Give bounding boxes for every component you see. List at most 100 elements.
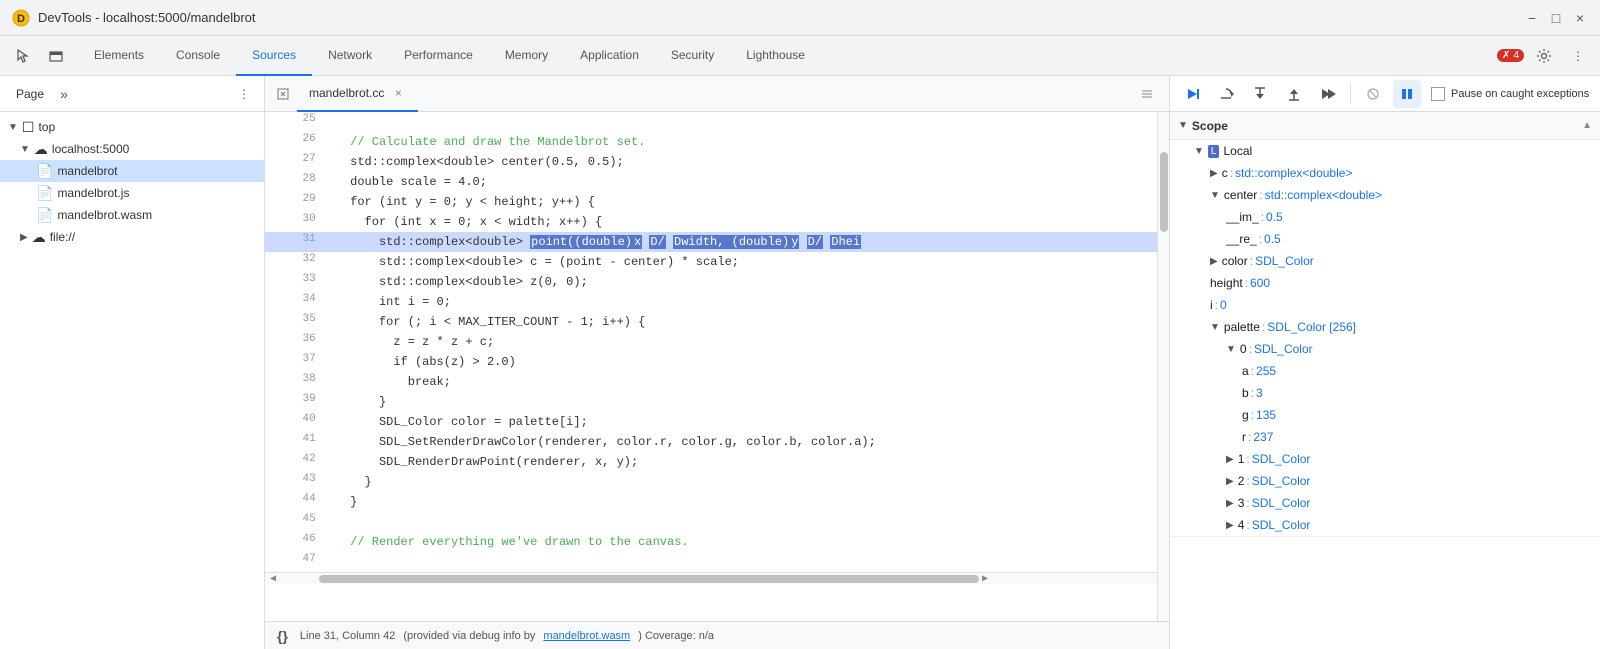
tree-item-mandelbrot-js[interactable]: 📄 mandelbrot.js: [0, 182, 264, 204]
horizontal-scrollbar[interactable]: ◀ ▶: [265, 572, 1157, 584]
maximize-button[interactable]: □: [1548, 10, 1564, 26]
line-num-43[interactable]: 43: [265, 472, 332, 492]
undock-icon[interactable]: [42, 42, 70, 70]
tab-security[interactable]: Security: [655, 36, 730, 76]
line-num-30[interactable]: 30: [265, 212, 332, 232]
more-options-icon[interactable]: ⋮: [1564, 42, 1592, 70]
line-num-39[interactable]: 39: [265, 392, 332, 412]
line-num-38[interactable]: 38: [265, 372, 332, 392]
scope-item-color-row[interactable]: ▶ color : SDL_Color: [1170, 251, 1600, 271]
scope-item-a-row[interactable]: a : 255: [1170, 361, 1600, 381]
line-num-45[interactable]: 45: [265, 512, 332, 532]
line-num-26[interactable]: 26: [265, 132, 332, 152]
code-line-35: 35 for (; i < MAX_ITER_COUNT - 1; i++) {: [265, 312, 1157, 332]
tab-lighthouse[interactable]: Lighthouse: [730, 36, 821, 76]
scope-collapse-icon[interactable]: ▲: [1582, 120, 1592, 131]
scope-item-im-row[interactable]: __im_ : 0.5: [1170, 207, 1600, 227]
line-num-33[interactable]: 33: [265, 272, 332, 292]
scope-item-palette-3-row[interactable]: ▶ 3 : SDL_Color: [1170, 493, 1600, 513]
code-scroll[interactable]: 25 26 // Calculate and draw the Mandelbr…: [265, 112, 1157, 621]
line-num-37[interactable]: 37: [265, 352, 332, 372]
cursor-icon[interactable]: [8, 42, 36, 70]
tab-application[interactable]: Application: [564, 36, 655, 76]
tree-item-mandelbrot-wasm[interactable]: 📄 mandelbrot.wasm: [0, 204, 264, 226]
step-out-button[interactable]: [1280, 80, 1308, 108]
tree-item-file[interactable]: ▶ ☁ file://: [0, 226, 264, 248]
line-num-40[interactable]: 40: [265, 412, 332, 432]
resume-button[interactable]: [1178, 80, 1206, 108]
tab-console[interactable]: Console: [160, 36, 236, 76]
tab-memory[interactable]: Memory: [489, 36, 564, 76]
deactivate-breakpoints-button[interactable]: [1359, 80, 1387, 108]
scope-item-palette-2-row[interactable]: ▶ 2 : SDL_Color: [1170, 471, 1600, 491]
tree-item-mandelbrot-cc[interactable]: 📄 mandelbrot: [0, 160, 264, 182]
settings-icon[interactable]: [1530, 42, 1558, 70]
scope-item-g-row[interactable]: g : 135: [1170, 405, 1600, 425]
line-num-47[interactable]: 47: [265, 552, 332, 572]
step-into-button[interactable]: [1246, 80, 1274, 108]
scope-item-height-row[interactable]: height : 600: [1170, 273, 1600, 293]
scope-val-c: std::complex<double>: [1235, 166, 1352, 180]
scope-item-b-row[interactable]: b : 3: [1170, 383, 1600, 403]
page-tab[interactable]: Page: [8, 83, 52, 105]
line-num-28[interactable]: 28: [265, 172, 332, 192]
scope-item-palette-1-row[interactable]: ▶ 1 : SDL_Color: [1170, 449, 1600, 469]
tree-item-top[interactable]: ▼ ☐ top: [0, 116, 264, 138]
minimize-button[interactable]: −: [1524, 10, 1540, 26]
code-line-40: 40 SDL_Color color = palette[i];: [265, 412, 1157, 432]
pause-button[interactable]: [1393, 80, 1421, 108]
step-button[interactable]: [1314, 80, 1342, 108]
editor-tab-close-button[interactable]: ×: [390, 85, 406, 101]
editor-format-icon[interactable]: [1133, 80, 1161, 108]
line-num-35[interactable]: 35: [265, 312, 332, 332]
scope-panel[interactable]: ▼ Scope ▲ ▼ L Local ▶ c: [1170, 112, 1600, 649]
tree-item-localhost[interactable]: ▼ ☁ localhost:5000: [0, 138, 264, 160]
page-tab-label: Page: [16, 87, 44, 101]
tab-elements[interactable]: Elements: [78, 36, 160, 76]
line-num-34[interactable]: 34: [265, 292, 332, 312]
scroll-h-thumb[interactable]: [319, 575, 979, 583]
status-position: Line 31, Column 42: [300, 630, 395, 642]
scope-item-re-row[interactable]: __re_ : 0.5: [1170, 229, 1600, 249]
error-count: 4: [1513, 50, 1519, 61]
close-button[interactable]: ×: [1572, 10, 1588, 26]
line-num-46[interactable]: 46: [265, 532, 332, 552]
line-num-27[interactable]: 27: [265, 152, 332, 172]
file-tree-kebab[interactable]: ⋮: [232, 82, 256, 106]
vertical-scrollbar[interactable]: [1157, 112, 1169, 621]
line-num-31[interactable]: 31: [265, 232, 332, 252]
line-num-32[interactable]: 32: [265, 252, 332, 272]
editor-tab-mandelbrot-cc[interactable]: mandelbrot.cc ×: [297, 76, 418, 112]
scope-header[interactable]: ▼ Scope ▲: [1170, 112, 1600, 140]
scope-item-c-row[interactable]: ▶ c : std::complex<double>: [1170, 163, 1600, 183]
scope-val-im: 0.5: [1266, 210, 1283, 224]
status-wasm-link[interactable]: mandelbrot.wasm: [543, 630, 630, 642]
format-button[interactable]: {}: [277, 628, 288, 644]
scope-item-r-row[interactable]: r : 237: [1170, 427, 1600, 447]
scroll-right-arrow[interactable]: ▶: [979, 573, 991, 585]
line-num-29[interactable]: 29: [265, 192, 332, 212]
tab-performance[interactable]: Performance: [388, 36, 489, 76]
line-num-42[interactable]: 42: [265, 452, 332, 472]
line-num-36[interactable]: 36: [265, 332, 332, 352]
scroll-left-arrow[interactable]: ◀: [267, 573, 279, 585]
editor-back-button[interactable]: [273, 84, 293, 104]
scope-item-palette-4-row[interactable]: ▶ 4 : SDL_Color: [1170, 515, 1600, 535]
scope-item-palette-0-row[interactable]: ▼ 0 : SDL_Color: [1170, 339, 1600, 359]
tab-network[interactable]: Network: [312, 36, 388, 76]
more-tabs-button[interactable]: »: [52, 82, 76, 106]
line-num-25[interactable]: 25: [265, 112, 332, 132]
line-num-41[interactable]: 41: [265, 432, 332, 452]
scope-item-re: __re_ : 0.5: [1170, 228, 1600, 250]
scroll-v-thumb[interactable]: [1160, 152, 1168, 232]
palette-expand-arrow: ▼: [1210, 322, 1220, 333]
error-badge[interactable]: ✗ 4: [1497, 49, 1524, 62]
pause-exceptions-checkbox[interactable]: [1431, 87, 1445, 101]
scope-item-i-row[interactable]: i : 0: [1170, 295, 1600, 315]
step-over-button[interactable]: [1212, 80, 1240, 108]
scope-local-row[interactable]: ▼ L Local: [1170, 141, 1600, 161]
scope-item-center-row[interactable]: ▼ center : std::complex<double>: [1170, 185, 1600, 205]
scope-item-palette-row[interactable]: ▼ palette : SDL_Color [256]: [1170, 317, 1600, 337]
line-num-44[interactable]: 44: [265, 492, 332, 512]
tab-sources[interactable]: Sources: [236, 36, 312, 76]
